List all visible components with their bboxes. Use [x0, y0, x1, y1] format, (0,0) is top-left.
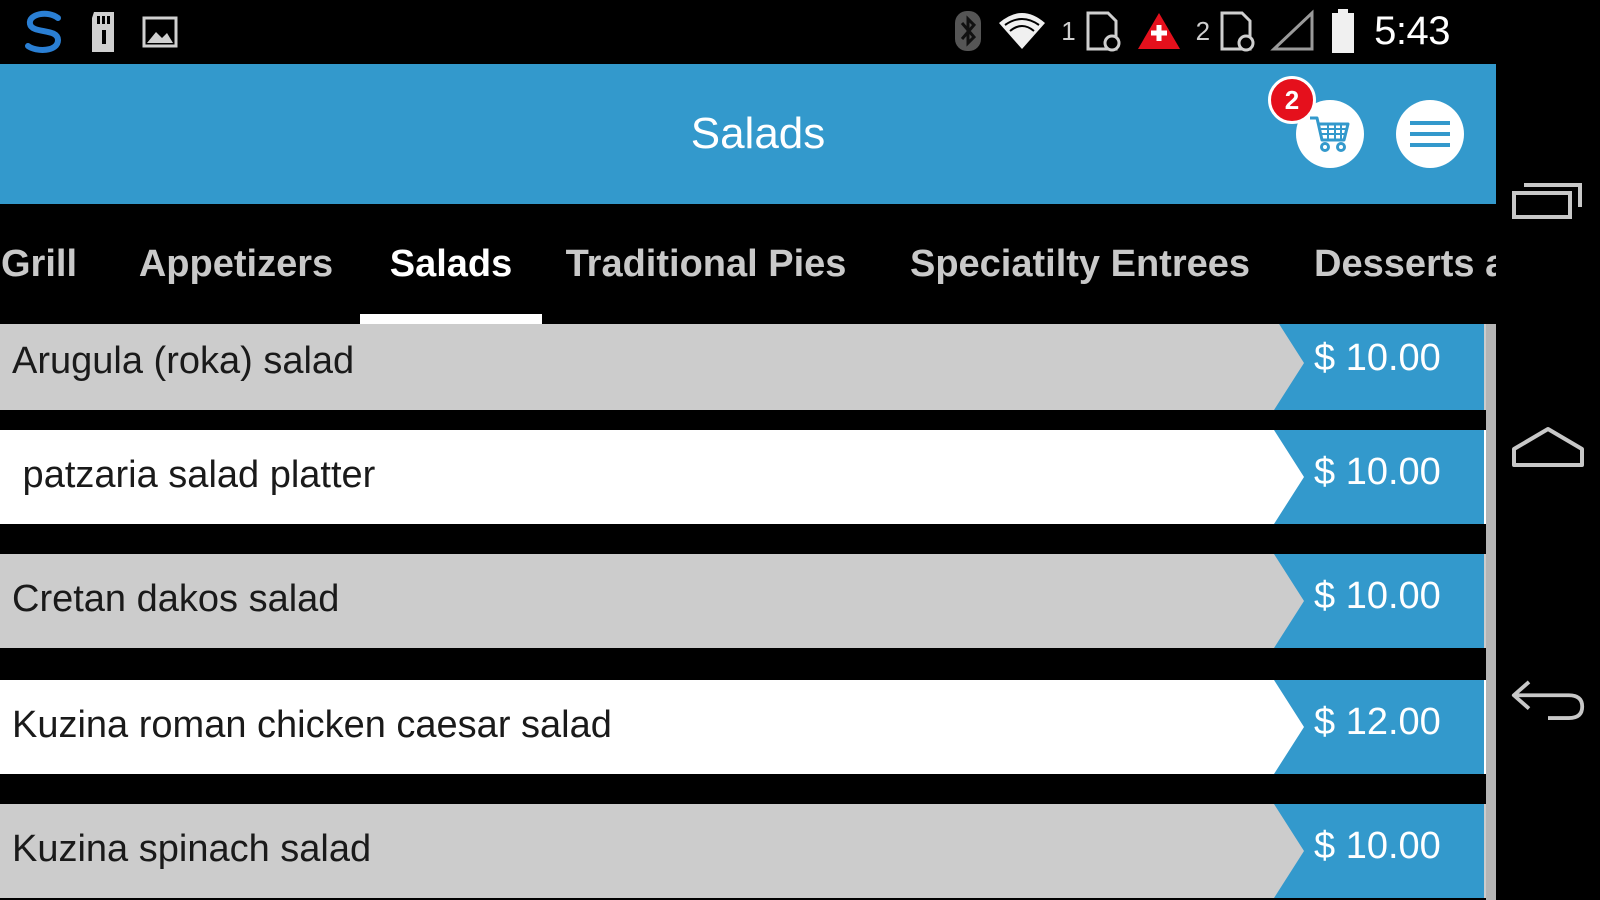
home-icon	[1512, 427, 1584, 467]
back-button[interactable]	[1510, 670, 1586, 730]
status-bar: 1 2 5:43	[0, 0, 1496, 64]
item-price: $ 10.00	[1314, 337, 1441, 379]
item-name: Kuzina spinach salad	[12, 828, 372, 870]
item-name: Arugula (roka) salad	[12, 340, 355, 382]
cart-count-badge: 2	[1268, 76, 1316, 124]
tab-specialty-entrees[interactable]: Speciatilty Entrees	[906, 204, 1254, 324]
alert-triangle-icon	[1137, 13, 1180, 49]
item-price: $ 12.00	[1314, 701, 1441, 743]
tab-grill[interactable]: Grill	[0, 204, 84, 324]
tab-desserts[interactable]: Desserts a	[1314, 204, 1496, 324]
recent-apps-button[interactable]	[1510, 170, 1586, 230]
system-nav-bar	[1496, 0, 1600, 900]
sim-card-icon	[1086, 11, 1121, 52]
list-scroll-edge	[1486, 324, 1496, 900]
item-price: $ 10.00	[1314, 451, 1441, 493]
battery-icon	[1332, 9, 1355, 53]
price-tag[interactable]: $ 10.00	[1274, 804, 1484, 898]
image-icon	[142, 16, 178, 48]
tab-traditional-pies[interactable]: Traditional Pies	[556, 204, 856, 324]
bluetooth-icon	[955, 11, 982, 51]
app-header: Salads 2	[0, 64, 1496, 204]
signal-icon	[1270, 9, 1314, 51]
item-price: $ 10.00	[1314, 575, 1441, 617]
list-item[interactable]: Kuzina roman chicken caesar salad $ 12.0…	[0, 680, 1496, 774]
list-item[interactable]: Cretan dakos salad $ 10.00	[0, 554, 1496, 648]
price-tag[interactable]: $ 10.00	[1274, 554, 1484, 648]
price-tag[interactable]: $ 12.00	[1274, 680, 1484, 774]
item-name: Kuzina roman chicken caesar salad	[12, 704, 612, 746]
category-tab-strip: Grill Appetizers Salads Traditional Pies…	[0, 204, 1496, 324]
list-item[interactable]: patzaria salad platter $ 10.00	[0, 430, 1496, 524]
item-name: Cretan dakos salad	[12, 578, 340, 620]
status-clock: 5:43	[1374, 8, 1450, 53]
sim-card-icon	[1220, 11, 1255, 52]
cart-icon	[1310, 116, 1350, 152]
menu-item-list: Arugula (roka) salad $ 10.00 patzaria sa…	[0, 324, 1496, 900]
item-price: $ 10.00	[1314, 825, 1441, 867]
price-tag[interactable]: $ 10.00	[1274, 430, 1484, 524]
sim1-label: 1	[1061, 15, 1076, 46]
back-icon	[1511, 680, 1585, 720]
sim2-label: 2	[1195, 15, 1211, 46]
wifi-icon	[999, 13, 1046, 49]
recent-apps-icon	[1512, 183, 1582, 219]
tab-appetizers[interactable]: Appetizers	[126, 204, 346, 324]
active-tab-indicator	[360, 314, 542, 324]
price-tag[interactable]: $ 10.00	[1274, 324, 1484, 410]
home-button[interactable]	[1510, 418, 1586, 478]
app-s-logo-icon	[25, 10, 62, 53]
item-name: patzaria salad platter	[12, 454, 376, 496]
hamburger-menu-icon	[1410, 121, 1450, 147]
list-item[interactable]: Arugula (roka) salad $ 10.00	[0, 324, 1496, 410]
menu-button[interactable]	[1396, 100, 1464, 168]
tab-salads[interactable]: Salads	[366, 204, 536, 324]
list-item[interactable]: Kuzina spinach salad $ 10.00	[0, 804, 1496, 898]
sd-card-icon	[92, 12, 114, 52]
